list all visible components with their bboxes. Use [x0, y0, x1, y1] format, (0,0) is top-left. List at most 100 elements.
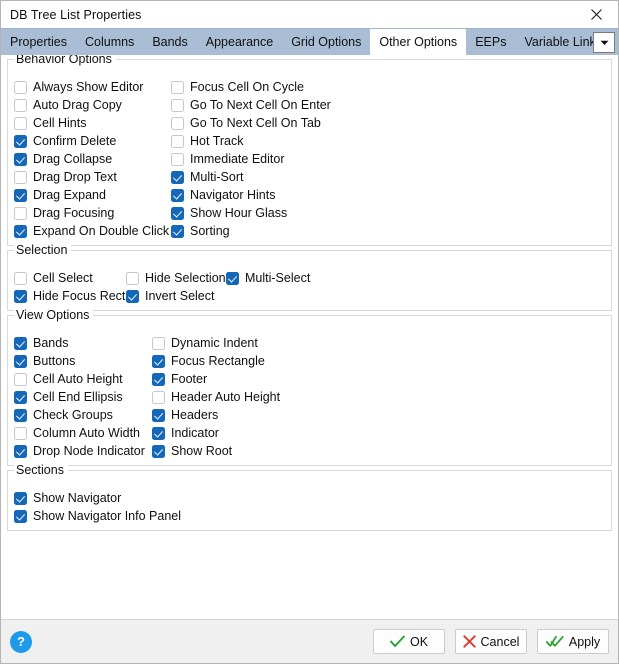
group-title: Selection [14, 243, 72, 257]
checkbox-label: Drag Drop Text [33, 169, 117, 184]
button-label: Apply [568, 634, 601, 649]
checkbox-bands[interactable]: Bands [14, 334, 68, 352]
group-selection: Selection Cell Select Hide Focus Rect Hide … [7, 243, 612, 311]
group-title: Sections [14, 463, 68, 477]
checkbox-sorting[interactable]: Sorting [171, 222, 230, 240]
checkbox-show-navigator-info-panel[interactable]: Show Navigator Info Panel [14, 507, 181, 525]
checkbox-checked-icon [14, 408, 27, 422]
checkbox-unchecked-icon [14, 372, 27, 386]
options-content: Behavior Options Always Show Editor Auto D… [1, 55, 618, 619]
checkbox-column-auto-width[interactable]: Column Auto Width [14, 424, 140, 442]
checkbox-always-show-editor[interactable]: Always Show Editor [14, 78, 143, 96]
checkbox-checked-icon [14, 152, 27, 166]
chevron-down-icon[interactable] [593, 32, 615, 53]
tab-bands[interactable]: Bands [143, 29, 196, 55]
checkbox-invert-select[interactable]: Invert Select [126, 287, 214, 305]
checkbox-indicator[interactable]: Indicator [152, 424, 219, 442]
x-icon [462, 635, 476, 648]
checkbox-drag-collapse[interactable]: Drag Collapse [14, 150, 112, 168]
checkbox-go-to-next-cell-on-tab[interactable]: Go To Next Cell On Tab [171, 114, 321, 132]
tab-grid-options[interactable]: Grid Options [282, 29, 370, 55]
checkbox-label: Show Navigator [33, 490, 122, 505]
checkbox-hide-focus-rect[interactable]: Hide Focus Rect [14, 287, 125, 305]
checkbox-checked-icon [226, 271, 239, 285]
checkbox-label: Confirm Delete [33, 133, 117, 148]
checkbox-multi-sort[interactable]: Multi-Sort [171, 168, 243, 186]
checkbox-go-to-next-cell-on-enter[interactable]: Go To Next Cell On Enter [171, 96, 331, 114]
checkbox-label: Invert Select [145, 288, 215, 303]
checkbox-label: Show Root [171, 443, 233, 458]
checkbox-show-hour-glass[interactable]: Show Hour Glass [171, 204, 287, 222]
checkbox-label: Navigator Hints [190, 187, 276, 202]
checkbox-immediate-editor[interactable]: Immediate Editor [171, 150, 284, 168]
checkbox-column: Show Navigator Show Navigator Info Panel [14, 489, 181, 525]
checkbox-checked-icon [14, 188, 27, 202]
checkbox-column: Cell Select Hide Focus Rect [14, 269, 125, 305]
checkbox-checked-icon [152, 354, 165, 368]
checkbox-hide-selection[interactable]: Hide Selection [126, 269, 226, 287]
double-check-icon [545, 635, 564, 648]
button-label: OK [409, 634, 429, 649]
checkbox-drag-drop-text[interactable]: Drag Drop Text [14, 168, 117, 186]
checkbox-label: Dynamic Indent [171, 335, 258, 350]
button-label: Cancel [480, 634, 520, 649]
checkbox-checked-icon [14, 491, 27, 505]
cancel-button[interactable]: Cancel [455, 629, 527, 654]
checkbox-header-auto-height[interactable]: Header Auto Height [152, 388, 280, 406]
checkbox-label: Hide Selection [145, 270, 226, 285]
checkbox-unchecked-icon [14, 80, 27, 94]
checkbox-drag-expand[interactable]: Drag Expand [14, 186, 106, 204]
checkbox-cell-end-ellipsis[interactable]: Cell End Ellipsis [14, 388, 123, 406]
checkbox-cell-auto-height[interactable]: Cell Auto Height [14, 370, 123, 388]
checkbox-unchecked-icon [14, 426, 27, 440]
checkbox-label: Bands [33, 335, 69, 350]
checkbox-label: Multi-Sort [190, 169, 244, 184]
checkbox-column: Hide Selection Invert Select [126, 269, 226, 305]
checkbox-cell-select[interactable]: Cell Select [14, 269, 93, 287]
checkbox-label: Hot Track [190, 133, 244, 148]
checkbox-checked-icon [14, 336, 27, 350]
checkbox-checked-icon [171, 170, 184, 184]
checkbox-label: Auto Drag Copy [33, 97, 122, 112]
checkbox-unchecked-icon [14, 98, 27, 112]
checkbox-multi-select[interactable]: Multi-Select [226, 269, 310, 287]
checkbox-expand-on-double-click[interactable]: Expand On Double Click [14, 222, 169, 240]
checkbox-cell-hints[interactable]: Cell Hints [14, 114, 87, 132]
close-icon[interactable] [574, 1, 618, 27]
checkbox-checked-icon [152, 426, 165, 440]
dialog-footer: ? OK Cancel Apply [1, 619, 618, 663]
checkbox-dynamic-indent[interactable]: Dynamic Indent [152, 334, 258, 352]
checkbox-drop-node-indicator[interactable]: Drop Node Indicator [14, 442, 145, 460]
ok-button[interactable]: OK [373, 629, 445, 654]
tab-appearance[interactable]: Appearance [197, 29, 282, 55]
checkbox-headers[interactable]: Headers [152, 406, 218, 424]
checkbox-label: Drag Focusing [33, 205, 115, 220]
checkbox-auto-drag-copy[interactable]: Auto Drag Copy [14, 96, 122, 114]
tab-eeps[interactable]: EEPs [466, 29, 515, 55]
checkbox-checked-icon [14, 224, 27, 238]
checkbox-focus-rectangle[interactable]: Focus Rectangle [152, 352, 265, 370]
checkbox-hot-track[interactable]: Hot Track [171, 132, 244, 150]
checkbox-unchecked-icon [171, 152, 184, 166]
group-sections: Sections Show Navigator Show Navigator Inf… [7, 463, 612, 531]
tab-other-options[interactable]: Other Options [370, 29, 467, 55]
checkbox-buttons[interactable]: Buttons [14, 352, 75, 370]
checkbox-show-root[interactable]: Show Root [152, 442, 232, 460]
checkbox-label: Cell Auto Height [33, 371, 123, 386]
checkbox-focus-cell-on-cycle[interactable]: Focus Cell On Cycle [171, 78, 304, 96]
checkbox-navigator-hints[interactable]: Navigator Hints [171, 186, 275, 204]
checkbox-check-groups[interactable]: Check Groups [14, 406, 113, 424]
checkbox-footer[interactable]: Footer [152, 370, 207, 388]
apply-button[interactable]: Apply [537, 629, 609, 654]
tab-properties[interactable]: Properties [1, 29, 76, 55]
checkbox-confirm-delete[interactable]: Confirm Delete [14, 132, 116, 150]
checkbox-show-navigator[interactable]: Show Navigator [14, 489, 121, 507]
checkbox-label: Focus Rectangle [171, 353, 265, 368]
checkbox-checked-icon [14, 354, 27, 368]
checkbox-drag-focusing[interactable]: Drag Focusing [14, 204, 114, 222]
help-icon[interactable]: ? [10, 630, 32, 653]
checkbox-label: Go To Next Cell On Tab [190, 115, 321, 130]
checkbox-unchecked-icon [171, 80, 184, 94]
checkbox-checked-icon [14, 390, 27, 404]
tab-columns[interactable]: Columns [76, 29, 143, 55]
